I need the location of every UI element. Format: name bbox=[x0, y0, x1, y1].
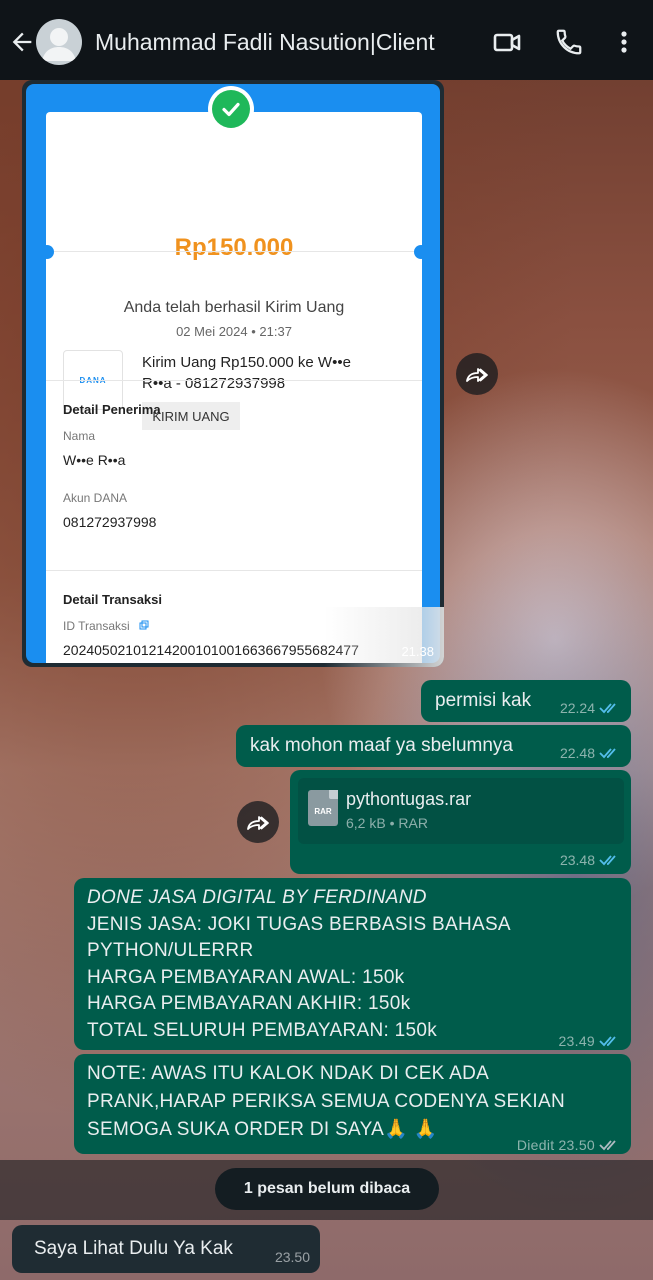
recipient-heading: Detail Penerima bbox=[63, 402, 161, 417]
message-line: NOTE: AWAS ITU KALOK NDAK DI CEK ADA bbox=[87, 1063, 490, 1084]
contact-avatar[interactable] bbox=[36, 19, 82, 65]
file-name: pythontugas.rar bbox=[346, 789, 472, 809]
message-text: kak mohon maaf ya sbelumnya bbox=[250, 735, 513, 756]
receipt-date: 02 Mei 2024 • 21:37 bbox=[176, 324, 292, 339]
message-line: TOTAL SELURUH PEMBAYARAN: 150k bbox=[87, 1019, 438, 1041]
read-receipt-icon bbox=[599, 748, 616, 759]
name-label: Nama bbox=[63, 429, 96, 443]
forward-button[interactable] bbox=[456, 353, 498, 395]
receipt-divider bbox=[46, 570, 422, 571]
name-value: W••e R••a bbox=[63, 452, 126, 468]
forward-button[interactable] bbox=[237, 801, 279, 843]
message-text: permisi kak bbox=[435, 690, 532, 711]
file-attachment[interactable]: RAR pythontugas.rar 6,2 kB • RAR bbox=[298, 778, 624, 844]
video-call-icon[interactable] bbox=[492, 27, 522, 57]
message-meta: 22.24 bbox=[560, 700, 621, 716]
transaction-id-label: ID Transaksi bbox=[63, 619, 149, 633]
message-meta: 23.49 bbox=[558, 1028, 621, 1055]
voice-call-icon[interactable] bbox=[554, 27, 584, 57]
receipt-amount: Rp150.000 bbox=[174, 234, 294, 261]
image-message[interactable]: Rp150.000 Anda telah berhasil Kirim Uang… bbox=[22, 80, 444, 667]
receipt-notch bbox=[414, 245, 428, 259]
message-line: PYTHON/ULERRR bbox=[87, 940, 254, 961]
forward-icon bbox=[466, 368, 488, 382]
account-value: 081272937998 bbox=[63, 514, 157, 530]
default-avatar-icon bbox=[42, 28, 76, 61]
receipt-transaction-desc: Kirim Uang Rp150.000 ke W••e R••a - 0812… bbox=[142, 352, 402, 394]
message-line: PRANK,HARAP PERIKSA SEMUA CODENYA SEKIAN bbox=[87, 1091, 566, 1112]
back-arrow-icon[interactable] bbox=[8, 28, 36, 56]
message-text: DONE JASA DIGITAL BY FERDINAND JENIS JAS… bbox=[87, 885, 511, 1044]
message-time: 23.50 bbox=[274, 1249, 310, 1265]
read-receipt-icon bbox=[599, 703, 616, 714]
unread-count-pill: 1 pesan belum dibaca bbox=[215, 1168, 439, 1210]
message-text: NOTE: AWAS ITU KALOK NDAK DI CEK ADA PRA… bbox=[87, 1060, 565, 1144]
copy-icon bbox=[139, 620, 149, 630]
message-bubble[interactable]: DONE JASA DIGITAL BY FERDINAND JENIS JAS… bbox=[74, 878, 631, 1050]
receipt-status: Anda telah berhasil Kirim Uang bbox=[123, 299, 345, 316]
chat-header: Muhammad Fadli Nasution|Client bbox=[0, 0, 653, 80]
message-line: JENIS JASA: JOKI TUGAS BERBASIS BAHASA bbox=[87, 913, 511, 935]
transaction-id-value: 20240502101214200101001663667955682477 bbox=[63, 642, 359, 658]
message-line: SEMOGA SUKA ORDER DI SAYA🙏 🙏 bbox=[87, 1119, 438, 1140]
file-message[interactable]: RAR pythontugas.rar 6,2 kB • RAR 23.48 bbox=[290, 770, 631, 874]
message-bubble[interactable]: kak mohon maaf ya sbelumnya 22.48 bbox=[236, 725, 631, 767]
incoming-message-bubble[interactable]: Saya Lihat Dulu Ya Kak 23.50 bbox=[12, 1225, 320, 1273]
receipt-notch bbox=[40, 245, 54, 259]
account-label: Akun DANA bbox=[63, 491, 128, 505]
message-meta: 23.50 bbox=[275, 1249, 310, 1265]
message-time: 23.49 bbox=[558, 1033, 595, 1049]
message-meta: 23.48 bbox=[560, 852, 621, 868]
receipt-divider bbox=[46, 380, 422, 381]
success-check-icon bbox=[208, 86, 254, 132]
receipt-screenshot: Rp150.000 Anda telah berhasil Kirim Uang… bbox=[26, 84, 440, 663]
transaction-id-label-text: ID Transaksi bbox=[63, 619, 130, 633]
delivered-receipt-icon bbox=[599, 1140, 616, 1151]
read-receipt-icon bbox=[599, 1036, 616, 1047]
unread-banner: 1 pesan belum dibaca bbox=[0, 1160, 653, 1220]
message-time: 23.50 bbox=[558, 1137, 595, 1153]
message-meta: 22.48 bbox=[560, 745, 621, 761]
message-time: 22.24 bbox=[559, 700, 595, 716]
forward-icon bbox=[247, 816, 269, 830]
more-options-icon[interactable] bbox=[609, 27, 639, 57]
message-bubble[interactable]: permisi kak 22.24 bbox=[421, 680, 631, 722]
receipt-transaction-line: R••a - 081272937998 bbox=[142, 375, 286, 392]
message-line: HARGA PEMBAYARAN AKHIR: 150k bbox=[87, 993, 411, 1014]
message-time: 23.48 bbox=[559, 852, 595, 868]
transaction-heading: Detail Transaksi bbox=[63, 592, 162, 607]
message-meta: Diedit 23.50 bbox=[517, 1132, 621, 1159]
edited-label: Diedit bbox=[516, 1137, 555, 1153]
contact-name[interactable]: Muhammad Fadli Nasution|Client bbox=[95, 29, 435, 56]
rar-file-icon: RAR bbox=[308, 790, 338, 826]
message-bubble[interactable]: NOTE: AWAS ITU KALOK NDAK DI CEK ADA PRA… bbox=[74, 1054, 631, 1154]
read-receipt-icon bbox=[599, 855, 616, 866]
message-line: HARGA PEMBAYARAN AWAL: 150k bbox=[87, 966, 405, 988]
message-line: DONE JASA DIGITAL BY FERDINAND bbox=[87, 887, 427, 908]
message-text: Saya Lihat Dulu Ya Kak bbox=[34, 1238, 233, 1259]
file-meta: 6,2 kB • RAR bbox=[346, 815, 428, 831]
message-time: 21.38 bbox=[401, 644, 434, 659]
receipt-transaction-line: Kirim Uang Rp150.000 ke W••e bbox=[142, 354, 351, 371]
file-type-label: RAR bbox=[314, 807, 332, 816]
receipt-card: Rp150.000 Anda telah berhasil Kirim Uang… bbox=[46, 112, 422, 663]
receipt-divider bbox=[46, 251, 422, 252]
message-time: 22.48 bbox=[559, 745, 595, 761]
